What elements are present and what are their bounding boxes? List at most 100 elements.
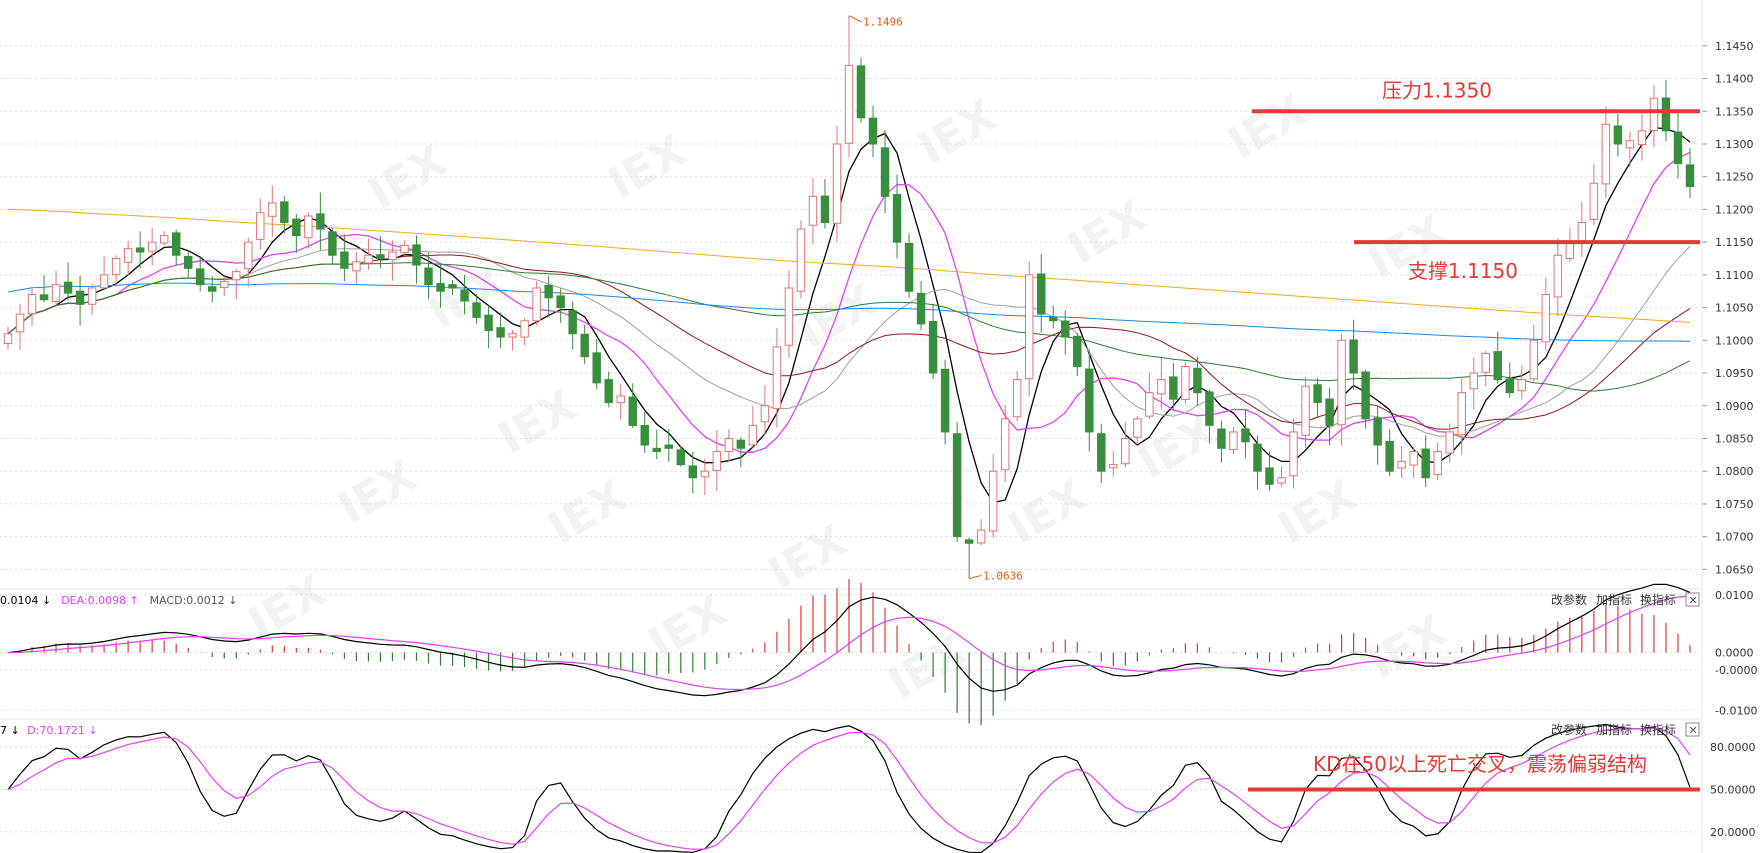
candle-down xyxy=(1217,428,1226,449)
candle-down xyxy=(568,310,577,335)
kd-axis[interactable]: 80.0000 50.0000 20.0000 xyxy=(1710,741,1756,839)
panel-button[interactable]: 换指标 xyxy=(1640,722,1676,737)
price-tick-label: 1.1000 xyxy=(1715,334,1754,347)
panel-button[interactable]: 改参数 xyxy=(1551,722,1587,737)
candle-up xyxy=(304,215,313,239)
panel-button[interactable]: 改参数 xyxy=(1551,592,1587,607)
price-axis[interactable]: 1.1450 1.1400 1.1350 1.1300 1.1250 1.1200 1.11… xyxy=(1702,40,1754,577)
candle-up xyxy=(400,244,409,254)
candle-up xyxy=(1277,477,1286,484)
watermark-logo: IEX xyxy=(600,125,695,209)
candle-down xyxy=(340,251,349,269)
candle-up xyxy=(1433,451,1442,476)
candle-up xyxy=(352,261,361,272)
candle-down xyxy=(63,281,73,294)
candle-down xyxy=(39,294,49,301)
candle-down xyxy=(1085,368,1094,433)
candle-up xyxy=(1469,372,1478,390)
candle-down xyxy=(436,283,445,292)
panel-button[interactable]: 加指标 xyxy=(1596,722,1632,737)
candle-down xyxy=(135,247,145,253)
candle-up xyxy=(808,195,818,226)
macd-axis[interactable]: 0.0100 0.0000 -0.0000 -0.0100 xyxy=(1715,589,1757,718)
kd-legend-item: 7 ↓ xyxy=(0,724,20,737)
price-tick-label: 1.1300 xyxy=(1715,138,1754,151)
candle-up xyxy=(1541,294,1551,343)
candle-down xyxy=(460,289,469,302)
candle-up xyxy=(1529,339,1539,380)
candle-down xyxy=(736,439,746,449)
high-label: 1.1496 xyxy=(863,16,903,29)
candle-down xyxy=(328,231,337,256)
candle-up xyxy=(147,241,157,252)
macd-panel-buttons[interactable]: 改参数 加指标 换指标 ✕ xyxy=(1551,592,1700,607)
close-icon: ✕ xyxy=(1689,594,1698,607)
candle-up xyxy=(27,294,37,315)
candle-up xyxy=(244,241,253,270)
watermark-logo: IEX xyxy=(540,470,635,554)
candle-down xyxy=(1661,97,1671,132)
watermark-logo: IEX xyxy=(330,450,425,534)
candle-down xyxy=(1205,391,1214,426)
candle-down xyxy=(183,255,193,269)
candle-up xyxy=(1397,460,1406,469)
candle-up xyxy=(1625,140,1635,149)
candle-up xyxy=(796,228,806,292)
watermark-logo: IEX xyxy=(880,625,975,709)
watermark-logo: IEX xyxy=(1220,85,1315,169)
kd-tick-label: 20.0000 xyxy=(1710,826,1756,839)
candle-down xyxy=(820,195,830,224)
candle-up xyxy=(844,64,854,144)
candle-down xyxy=(964,539,974,544)
candle-down xyxy=(208,286,217,292)
candle-down xyxy=(652,447,661,453)
candle-up xyxy=(616,395,625,404)
candle-up xyxy=(388,251,397,261)
candle-down xyxy=(292,218,301,237)
price-tick-label: 1.1200 xyxy=(1715,203,1754,216)
candle-up xyxy=(784,287,794,346)
candle-down xyxy=(628,396,637,426)
candle-down xyxy=(640,424,649,446)
kd-legend: 7 ↓ D:70.1721 ↓ xyxy=(0,724,98,737)
candle-down xyxy=(904,242,914,292)
price-tick-label: 1.0900 xyxy=(1715,400,1754,413)
candle-down xyxy=(1493,351,1502,381)
candle-down xyxy=(928,320,938,374)
panel-button[interactable]: 换指标 xyxy=(1640,592,1676,607)
support-label: 支撑1.1150 xyxy=(1408,259,1518,283)
candle-down xyxy=(1385,440,1394,472)
price-tick-label: 1.1050 xyxy=(1715,302,1754,315)
watermark-logo: IEX xyxy=(910,90,1005,174)
candle-up xyxy=(976,529,986,544)
candle-down xyxy=(556,295,565,309)
candle-up xyxy=(1649,97,1659,132)
candle-down xyxy=(892,194,902,243)
candle-up xyxy=(724,437,734,452)
price-tick-label: 1.0700 xyxy=(1715,531,1754,544)
price-tick-label: 1.1250 xyxy=(1715,171,1754,184)
candle-up xyxy=(268,202,277,217)
candle-up xyxy=(111,258,121,276)
candle-up xyxy=(1445,431,1454,454)
candle-up xyxy=(1601,123,1611,185)
watermark-logo: IEX xyxy=(490,380,585,464)
candle-up xyxy=(51,284,61,303)
candle-down xyxy=(592,352,601,384)
kd-annotation: KD在50以上死亡交叉，震荡偏弱结构 xyxy=(1248,752,1700,792)
candle-down xyxy=(1037,273,1046,315)
candle-down xyxy=(316,213,325,230)
watermark-logo: IEX xyxy=(1360,605,1455,689)
candle-up xyxy=(1289,431,1298,477)
watermark-logo: IEX xyxy=(1000,470,1095,554)
candle-down xyxy=(376,254,385,260)
candle-up xyxy=(1577,222,1587,244)
panel-button[interactable]: 加指标 xyxy=(1596,592,1632,607)
candle-down xyxy=(1373,417,1382,446)
candle-up xyxy=(712,451,722,471)
candle-up xyxy=(1145,392,1154,417)
watermark-logo: IEX xyxy=(1060,190,1155,274)
candle-down xyxy=(484,314,493,331)
price-tick-label: 1.0950 xyxy=(1715,367,1754,380)
kd-panel-buttons[interactable]: 改参数 加指标 换指标 ✕ xyxy=(1551,722,1700,737)
